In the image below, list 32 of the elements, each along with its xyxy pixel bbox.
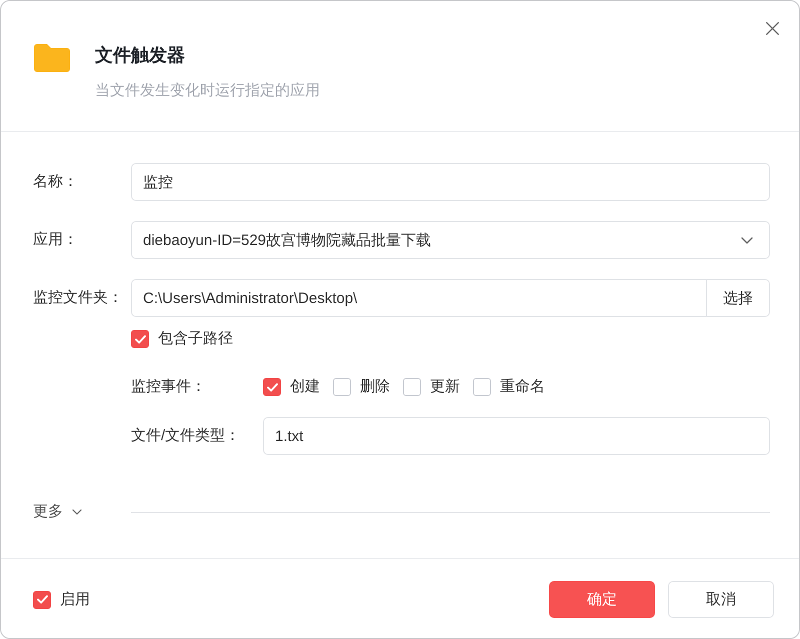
checkbox-label[interactable]: 删除 xyxy=(360,377,390,397)
more-toggle[interactable]: 更多 xyxy=(33,502,82,522)
close-icon[interactable] xyxy=(766,22,779,35)
checkbox-label[interactable]: 更新 xyxy=(430,377,460,397)
checkbox[interactable] xyxy=(33,590,51,608)
checkbox-label[interactable]: 重命名 xyxy=(500,377,545,397)
folder-icon xyxy=(34,44,70,72)
cancel-button[interactable]: 取消 xyxy=(668,581,774,618)
file-type-input[interactable]: 1.txt xyxy=(263,417,770,455)
field-label: 监控事件： xyxy=(131,377,207,397)
field-label: 名称： xyxy=(33,172,79,192)
checkbox-label[interactable]: 包含子路径 xyxy=(158,329,233,349)
checkmark-icon xyxy=(36,595,48,604)
dialog-subtitle: 当文件发生变化时运行指定的应用 xyxy=(95,81,320,101)
dialog-title: 文件触发器 xyxy=(95,44,185,67)
chevron-down-icon xyxy=(741,236,753,244)
select-folder-button[interactable]: 选择 xyxy=(706,279,770,317)
field-label: 文件/文件类型： xyxy=(131,426,242,446)
field-label: 监控文件夹： xyxy=(33,288,124,308)
checkmark-icon xyxy=(266,382,278,392)
checkmark-icon xyxy=(134,334,146,344)
field-label: 应用： xyxy=(33,230,79,250)
name-input[interactable]: 监控 xyxy=(131,163,770,201)
checkbox-label[interactable]: 创建 xyxy=(290,377,320,397)
checkbox[interactable] xyxy=(333,378,351,396)
checkbox[interactable] xyxy=(403,378,421,396)
checkbox[interactable] xyxy=(263,378,281,396)
checkbox-label[interactable]: 启用 xyxy=(60,590,90,610)
checkbox[interactable] xyxy=(473,378,491,396)
folder-path-input[interactable]: C:\Users\Administrator\Desktop\ xyxy=(131,279,706,317)
app-select[interactable]: diebaoyun-ID=529故宫博物院藏品批量下载 xyxy=(131,221,770,259)
checkbox[interactable] xyxy=(131,330,149,348)
